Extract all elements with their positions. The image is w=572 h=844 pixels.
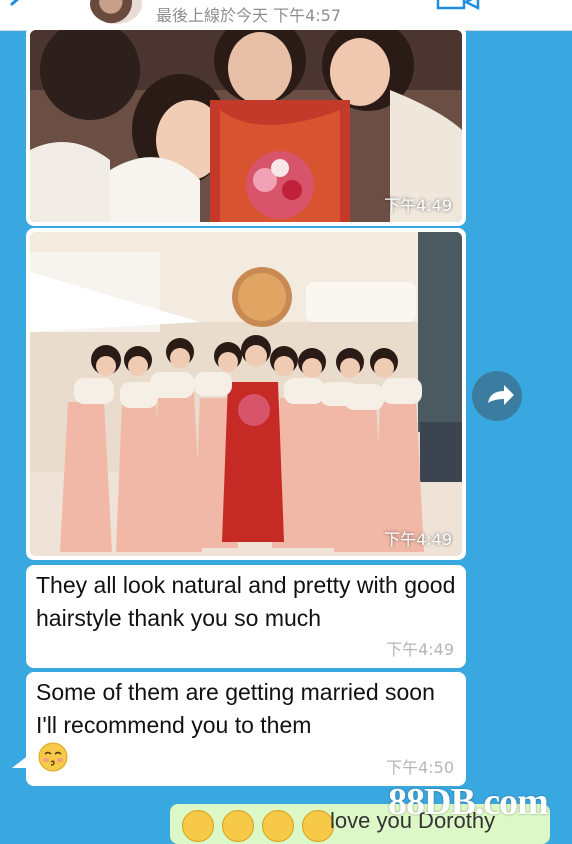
emoji-row (182, 804, 334, 842)
back-chevron-icon[interactable] (4, 0, 44, 20)
last-seen-status: 最後上線於今天 下午4:57 (156, 6, 342, 25)
message-text: They all look natural and pretty with go… (36, 572, 456, 631)
message-text: Some of them are getting married soon I'… (36, 679, 435, 738)
message-time: 下午4:49 (384, 196, 452, 215)
smiling-face-emoji-icon (182, 810, 214, 842)
forward-arrow-icon (488, 385, 514, 405)
forward-button[interactable] (472, 371, 522, 421)
bubble-tail (12, 754, 30, 768)
watermark-logo: 88DB.com (388, 781, 549, 823)
video-call-icon[interactable] (434, 0, 482, 16)
text-message[interactable]: Some of them are getting married soon I'… (26, 672, 466, 786)
message-time: 下午4:50 (386, 758, 454, 777)
bridesmaids-photo[interactable] (30, 232, 462, 556)
phone-call-icon[interactable] (512, 0, 552, 16)
smiling-face-emoji-icon (222, 810, 254, 842)
photo-message[interactable]: 下午4:49 (26, 26, 466, 226)
text-message[interactable]: They all look natural and pretty with go… (26, 565, 466, 668)
photo-message[interactable]: 下午4:49 (26, 228, 466, 560)
message-time: 下午4:49 (386, 640, 454, 659)
message-time: 下午4:49 (384, 530, 452, 549)
smiling-face-emoji-icon (262, 810, 294, 842)
contact-avatar[interactable] (90, 0, 142, 24)
kissing-face-emoji-icon (38, 742, 68, 772)
